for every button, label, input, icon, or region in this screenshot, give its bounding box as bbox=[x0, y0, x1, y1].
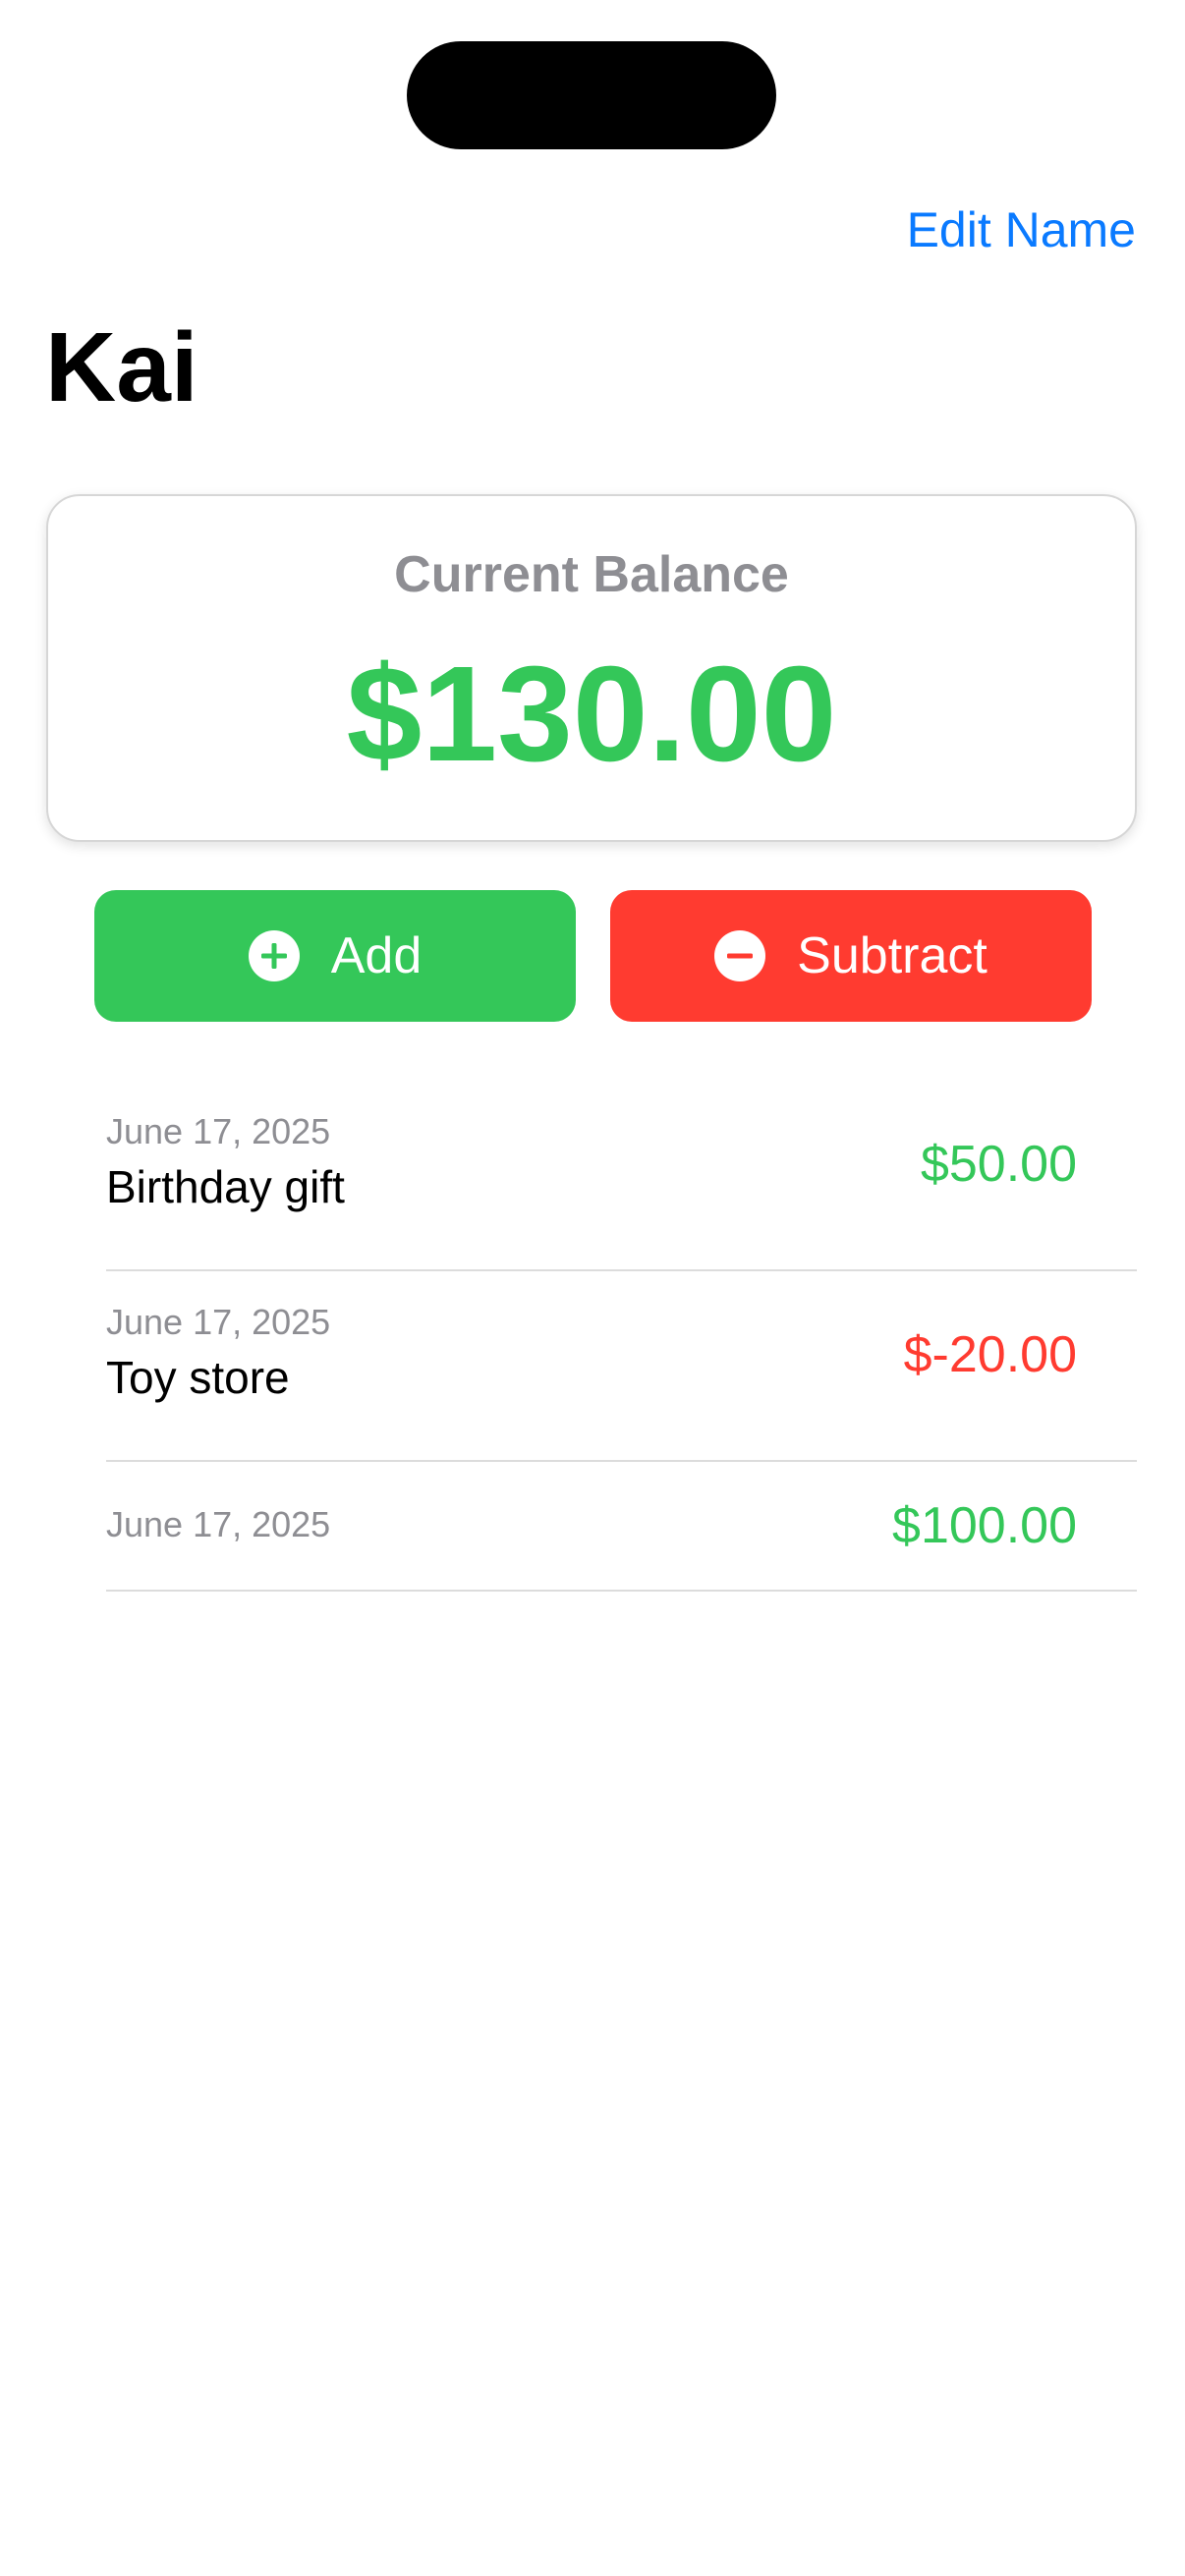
minus-circle-icon bbox=[714, 930, 766, 981]
page-title: Kai bbox=[45, 312, 198, 422]
transaction-description: Toy store bbox=[106, 1352, 290, 1403]
transaction-row[interactable]: June 17, 2025 $100.00 bbox=[106, 1462, 1137, 1592]
transaction-date: June 17, 2025 bbox=[106, 1111, 331, 1151]
balance-card: Current Balance $130.00 bbox=[46, 494, 1137, 842]
transaction-amount: $50.00 bbox=[920, 1136, 1077, 1193]
transaction-description: Birthday gift bbox=[106, 1161, 345, 1212]
dynamic-island bbox=[407, 41, 776, 149]
transaction-row[interactable]: June 17, 2025 Toy store $-20.00 bbox=[106, 1271, 1137, 1462]
edit-name-button[interactable]: Edit Name bbox=[907, 200, 1136, 259]
add-button[interactable]: Add bbox=[94, 890, 576, 1022]
transaction-row[interactable]: June 17, 2025 Birthday gift $50.00 bbox=[106, 1081, 1137, 1271]
plus-circle-icon bbox=[248, 930, 300, 981]
add-button-label: Add bbox=[330, 927, 423, 984]
balance-amount: $130.00 bbox=[346, 639, 837, 790]
balance-label: Current Balance bbox=[394, 546, 789, 603]
subtract-button-label: Subtract bbox=[797, 927, 988, 984]
transaction-date: June 17, 2025 bbox=[106, 1302, 331, 1342]
transaction-date: June 17, 2025 bbox=[106, 1504, 331, 1544]
subtract-button[interactable]: Subtract bbox=[610, 890, 1092, 1022]
transaction-list: June 17, 2025 Birthday gift $50.00 June … bbox=[106, 1081, 1137, 1592]
transaction-amount: $-20.00 bbox=[903, 1326, 1077, 1383]
transaction-amount: $100.00 bbox=[892, 1497, 1077, 1554]
